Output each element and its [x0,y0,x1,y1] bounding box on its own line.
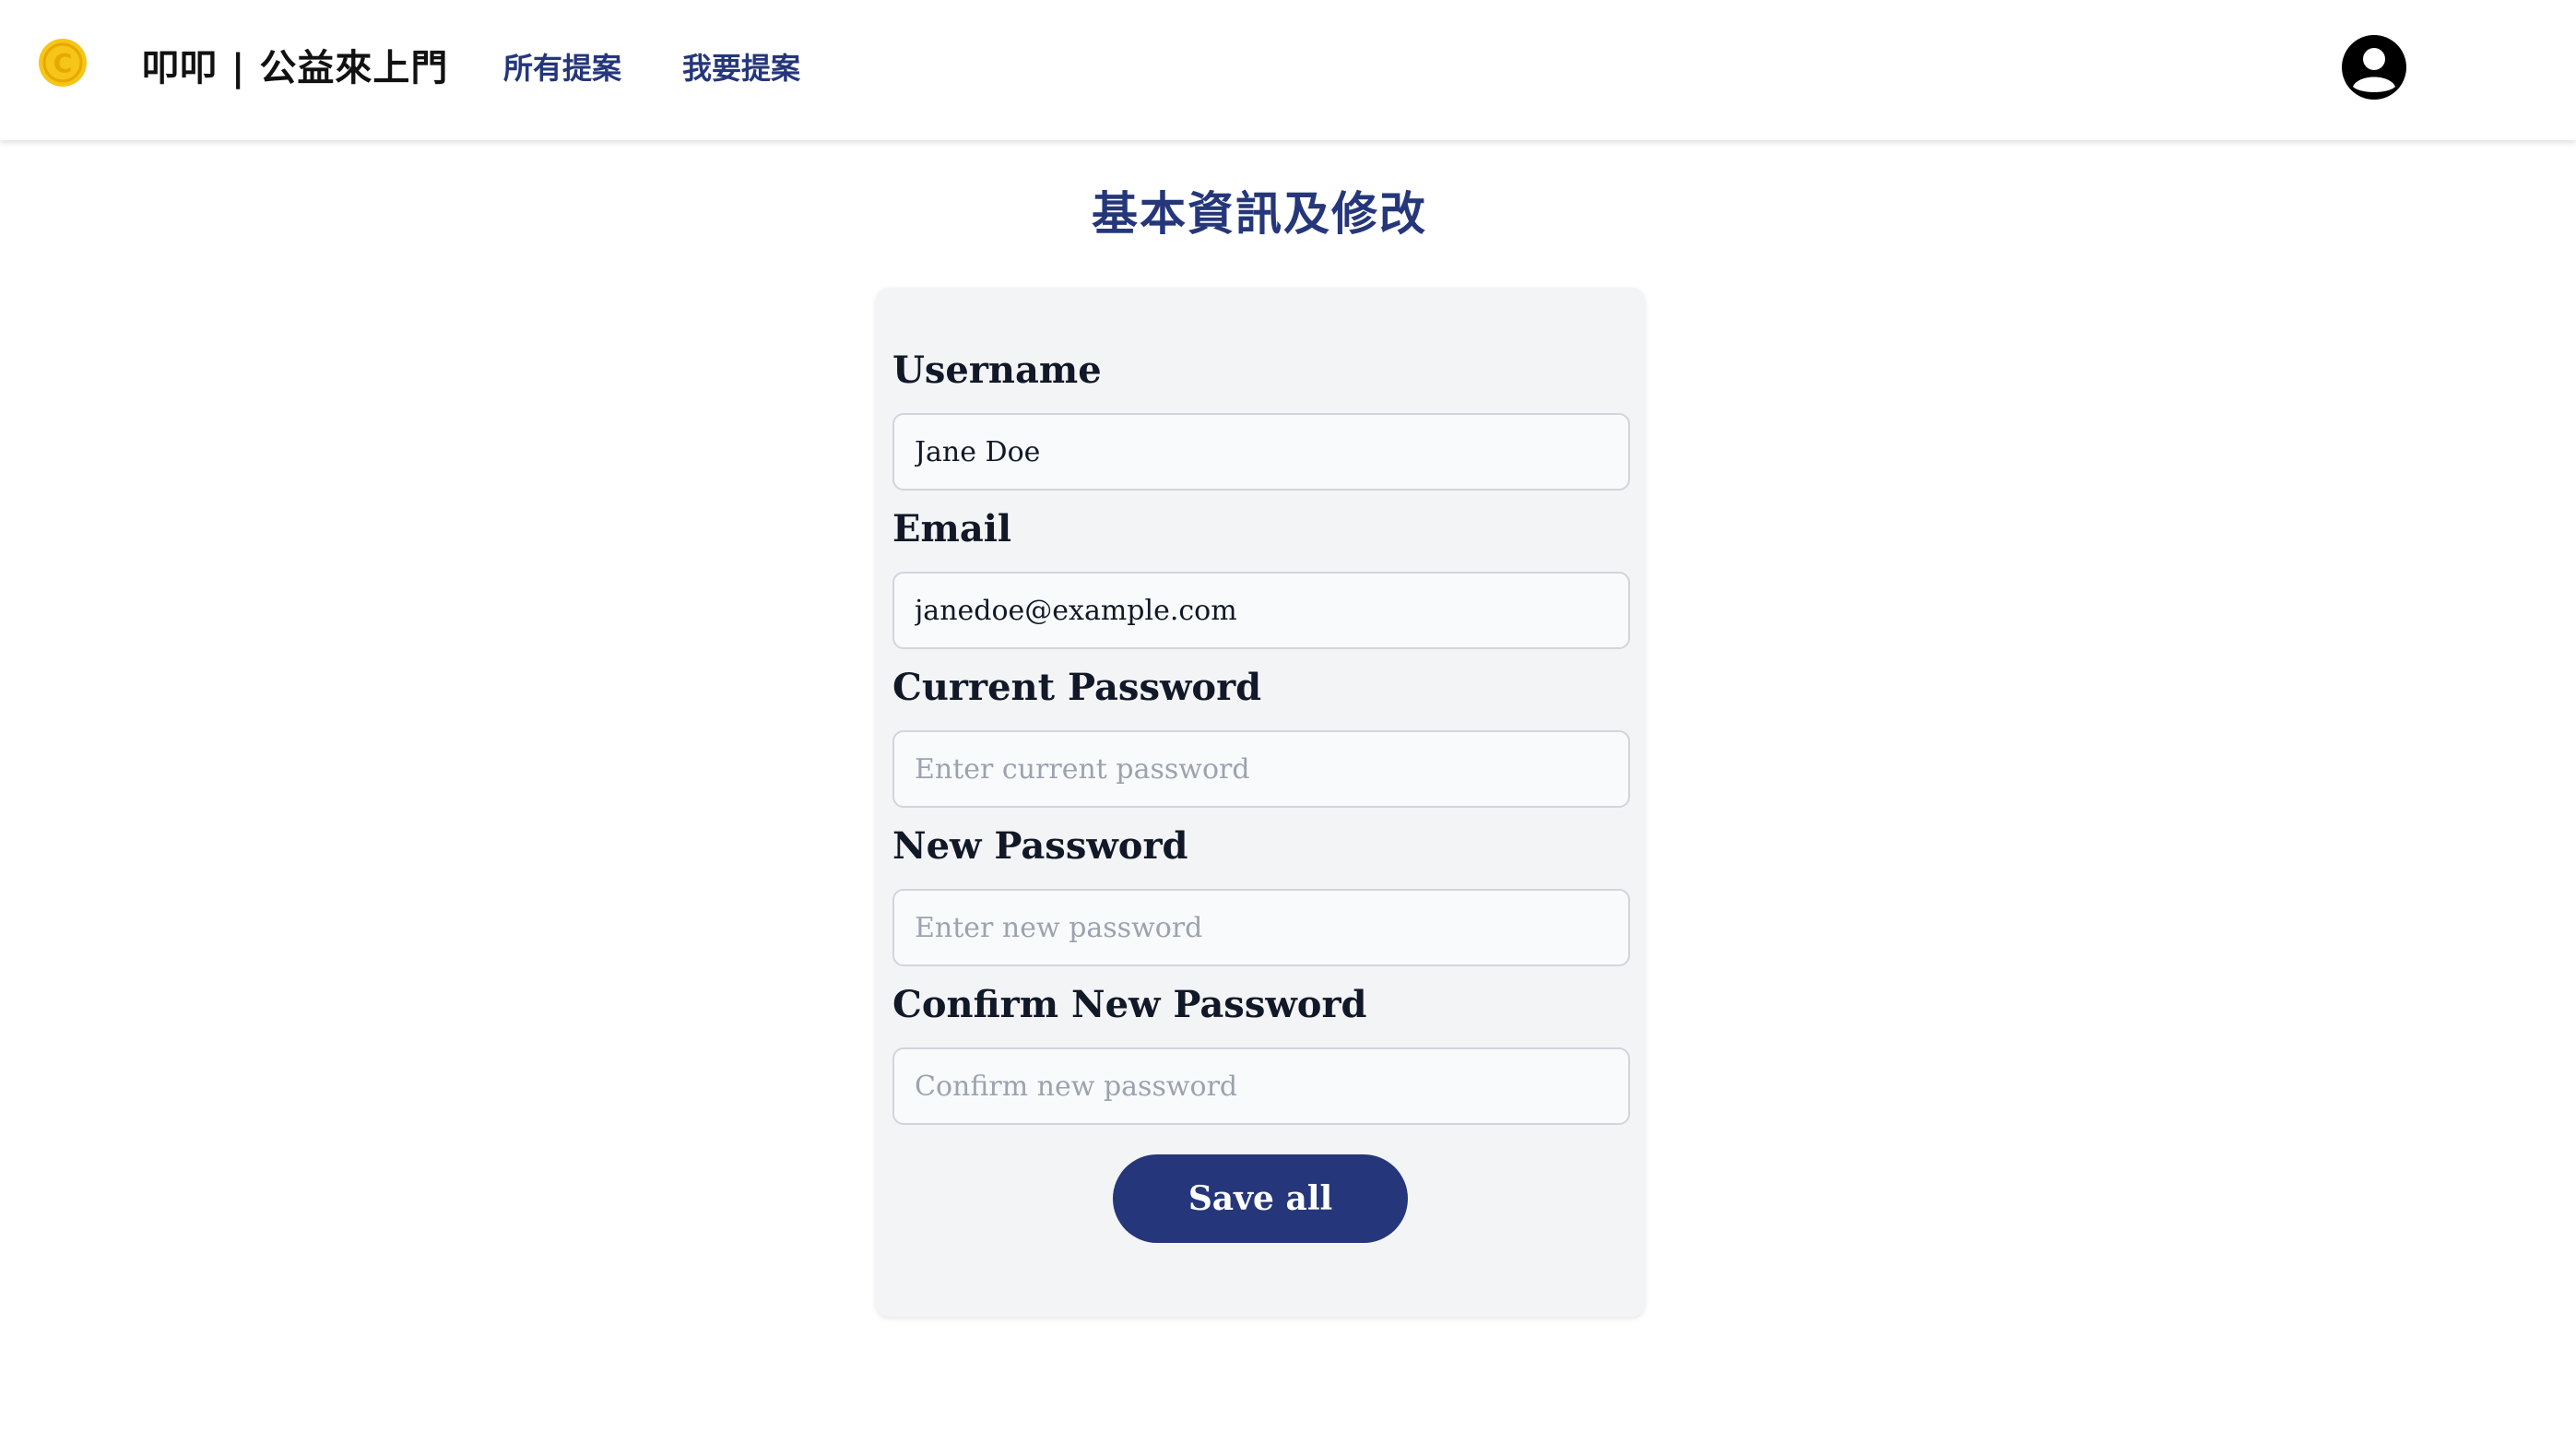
copyright-coin-icon[interactable]: C [37,37,89,89]
new-password-input[interactable] [892,889,1630,966]
username-input[interactable] [892,413,1630,491]
save-all-button[interactable]: Save all [1113,1154,1408,1243]
nav-submit-proposal[interactable]: 我要提案 [682,41,800,96]
svg-text:C: C [53,48,73,78]
email-label: Email [892,507,1012,550]
username-label: Username [892,349,1102,392]
confirm-password-input[interactable] [892,1047,1630,1125]
current-password-label: Current Password [892,666,1262,709]
confirm-password-label: Confirm New Password [892,983,1367,1026]
user-avatar-button[interactable] [2340,33,2408,101]
new-password-label: New Password [892,824,1188,868]
nav-all-proposals[interactable]: 所有提案 [503,41,621,96]
page-title: 基本資訊及修改 [1092,186,1427,241]
profile-form-card: Username Email Current Password New Pass… [876,288,1645,1317]
top-navbar: C 叩叩 | 公益來上門 所有提案 我要提案 [0,0,2576,140]
email-input[interactable] [892,572,1630,649]
user-circle-icon [2342,35,2406,100]
brand-title[interactable]: 叩叩 | 公益來上門 [142,39,448,98]
current-password-input[interactable] [892,730,1630,808]
